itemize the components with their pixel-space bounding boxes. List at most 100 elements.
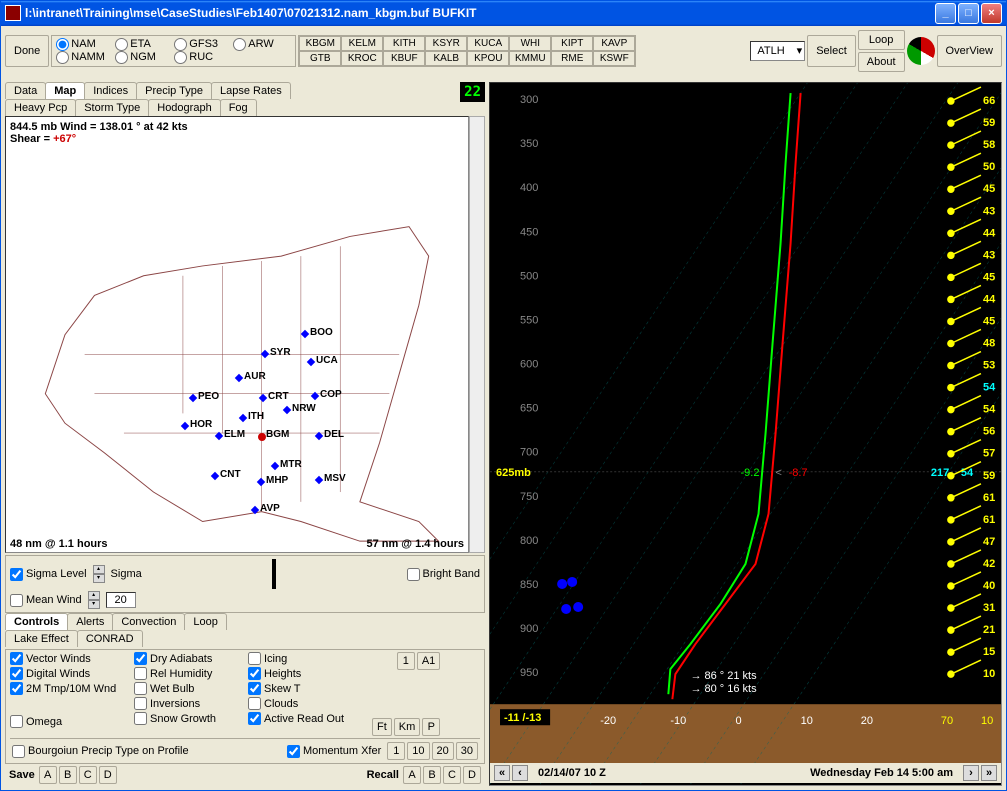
station-kbgm[interactable]: KBGM — [299, 36, 341, 51]
time-prev[interactable]: ‹ — [512, 765, 528, 781]
sigma-spin-down[interactable]: ▴▾ — [88, 591, 100, 609]
sigma-spin-up[interactable]: ▴▾ — [93, 565, 105, 583]
tab-data[interactable]: Data — [5, 82, 46, 99]
station-whi[interactable]: WHI — [509, 36, 551, 51]
tab-conrad[interactable]: CONRAD — [77, 630, 143, 647]
recall-slots-d[interactable]: D — [463, 766, 481, 784]
station-gtb[interactable]: GTB — [299, 51, 341, 66]
overview-button[interactable]: OverView — [937, 35, 1002, 67]
select-button[interactable]: Select — [807, 35, 856, 67]
bright-band-check[interactable]: Bright Band — [407, 568, 480, 581]
map-vscroll[interactable] — [469, 116, 485, 554]
momentum-20[interactable]: 20 — [432, 742, 454, 760]
minimize-button[interactable]: _ — [935, 3, 956, 24]
station-kpou[interactable]: KPOU — [467, 51, 509, 66]
save-slots-d[interactable]: D — [99, 766, 117, 784]
close-button[interactable]: × — [981, 3, 1002, 24]
check-vector-winds[interactable]: Vector Winds — [10, 652, 130, 665]
tab-lake-effect[interactable]: Lake Effect — [5, 630, 78, 647]
station-kswf[interactable]: KSWF — [593, 51, 635, 66]
station-kipt[interactable]: KIPT — [551, 36, 593, 51]
tab-hodograph[interactable]: Hodograph — [148, 99, 220, 116]
model-gfs3[interactable]: GFS3 — [174, 38, 232, 51]
bourgoin-check[interactable]: Bourgoiun Precip Type on Profile — [12, 745, 189, 758]
check-heights[interactable]: Heights — [248, 667, 368, 680]
mean-wind-check[interactable]: Mean Wind — [10, 594, 82, 607]
tab-alerts[interactable]: Alerts — [67, 613, 113, 630]
model-ruc[interactable]: RUC — [174, 51, 232, 64]
model-nam[interactable]: NAM — [56, 38, 114, 51]
tab-map[interactable]: Map — [45, 82, 85, 99]
skewt-panel[interactable]: 3003504004505005506006507007508008509009… — [489, 82, 1002, 787]
tab-fog[interactable]: Fog — [220, 99, 257, 116]
check-digital-winds[interactable]: Digital Winds — [10, 667, 130, 680]
map-site-label-bgm: BGM — [266, 429, 289, 440]
time-next[interactable]: › — [963, 765, 979, 781]
station-kbuf[interactable]: KBUF — [383, 51, 425, 66]
station-kelm[interactable]: KELM — [341, 36, 383, 51]
recall-slots-a[interactable]: A — [403, 766, 421, 784]
tab-heavy-pcp[interactable]: Heavy Pcp — [5, 99, 76, 116]
save-slots-b[interactable]: B — [59, 766, 77, 784]
station-kroc[interactable]: KROC — [341, 51, 383, 66]
model-namm[interactable]: NAMM — [56, 51, 114, 64]
svg-text:650: 650 — [520, 402, 538, 414]
sigma-level-check[interactable]: Sigma Level — [10, 568, 87, 581]
tab-lapse-rates[interactable]: Lapse Rates — [211, 82, 291, 99]
check-inversions[interactable]: Inversions — [134, 697, 244, 710]
maximize-button[interactable]: □ — [958, 3, 979, 24]
recall-slots-b[interactable]: B — [423, 766, 441, 784]
titlebar[interactable]: l:\intranet\Training\mse\CaseStudies\Feb… — [1, 1, 1006, 26]
btn-km[interactable]: Km — [394, 718, 421, 736]
station-ksyr[interactable]: KSYR — [425, 36, 467, 51]
station-kuca[interactable]: KUCA — [467, 36, 509, 51]
sigma-value[interactable]: 20 — [106, 592, 136, 608]
check-icing[interactable]: Icing — [248, 652, 368, 665]
check-snow-growth[interactable]: Snow Growth — [134, 712, 244, 725]
model-arw[interactable]: ARW — [233, 38, 291, 51]
btn-1[interactable]: 1 — [397, 652, 415, 670]
time-next-fast[interactable]: » — [981, 765, 997, 781]
check-dry-adiabats[interactable]: Dry Adiabats — [134, 652, 244, 665]
check-rel-humidity[interactable]: Rel Humidity — [134, 667, 244, 680]
momentum-30[interactable]: 30 — [456, 742, 478, 760]
btn-p[interactable]: P — [422, 718, 440, 736]
done-button[interactable]: Done — [5, 35, 49, 67]
station-kmmu[interactable]: KMMU — [509, 51, 551, 66]
btn-a1[interactable]: A1 — [417, 652, 440, 670]
time-prev-fast[interactable]: « — [494, 765, 510, 781]
btn-ft[interactable]: Ft — [372, 718, 392, 736]
model-eta[interactable]: ETA — [115, 38, 173, 51]
station-kavp[interactable]: KAVP — [593, 36, 635, 51]
save-slots-a[interactable]: A — [39, 766, 57, 784]
recall-slots-c[interactable]: C — [443, 766, 461, 784]
station-kalb[interactable]: KALB — [425, 51, 467, 66]
check-active-read-out[interactable]: Active Read Out — [248, 712, 368, 725]
save-slots-c[interactable]: C — [79, 766, 97, 784]
tab-controls[interactable]: Controls — [5, 613, 68, 630]
tab-convection[interactable]: Convection — [112, 613, 185, 630]
check-clouds[interactable]: Clouds — [248, 697, 368, 710]
tab-indices[interactable]: Indices — [84, 82, 137, 99]
station-combo[interactable]: ATLH▾ — [750, 41, 805, 61]
tab-loop[interactable]: Loop — [184, 613, 226, 630]
slider-indicator[interactable] — [272, 559, 276, 589]
check-omega[interactable]: Omega — [10, 715, 130, 728]
map-area[interactable]: 844.5 mb Wind = 138.01 ° at 42 kts Shear… — [5, 116, 469, 554]
about-button[interactable]: About — [858, 52, 905, 72]
model-ngm[interactable]: NGM — [115, 51, 173, 64]
momentum-check[interactable]: Momentum Xfer — [287, 745, 381, 758]
station-kith[interactable]: KITH — [383, 36, 425, 51]
check-2m-tmp-10m-wnd[interactable]: 2M Tmp/10M Wnd — [10, 682, 130, 695]
station-rme[interactable]: RME — [551, 51, 593, 66]
tab-precip-type[interactable]: Precip Type — [136, 82, 212, 99]
svg-text:500: 500 — [520, 270, 538, 282]
check-wet-bulb[interactable]: Wet Bulb — [134, 682, 244, 695]
check-skew-t[interactable]: Skew T — [248, 682, 368, 695]
momentum-1[interactable]: 1 — [387, 742, 405, 760]
momentum-10[interactable]: 10 — [407, 742, 429, 760]
tab-storm-type[interactable]: Storm Type — [75, 99, 149, 116]
loop-button[interactable]: Loop — [858, 30, 905, 50]
svg-text:750: 750 — [520, 490, 538, 502]
control-tabs: ControlsAlertsConvectionLoop — [5, 613, 485, 630]
